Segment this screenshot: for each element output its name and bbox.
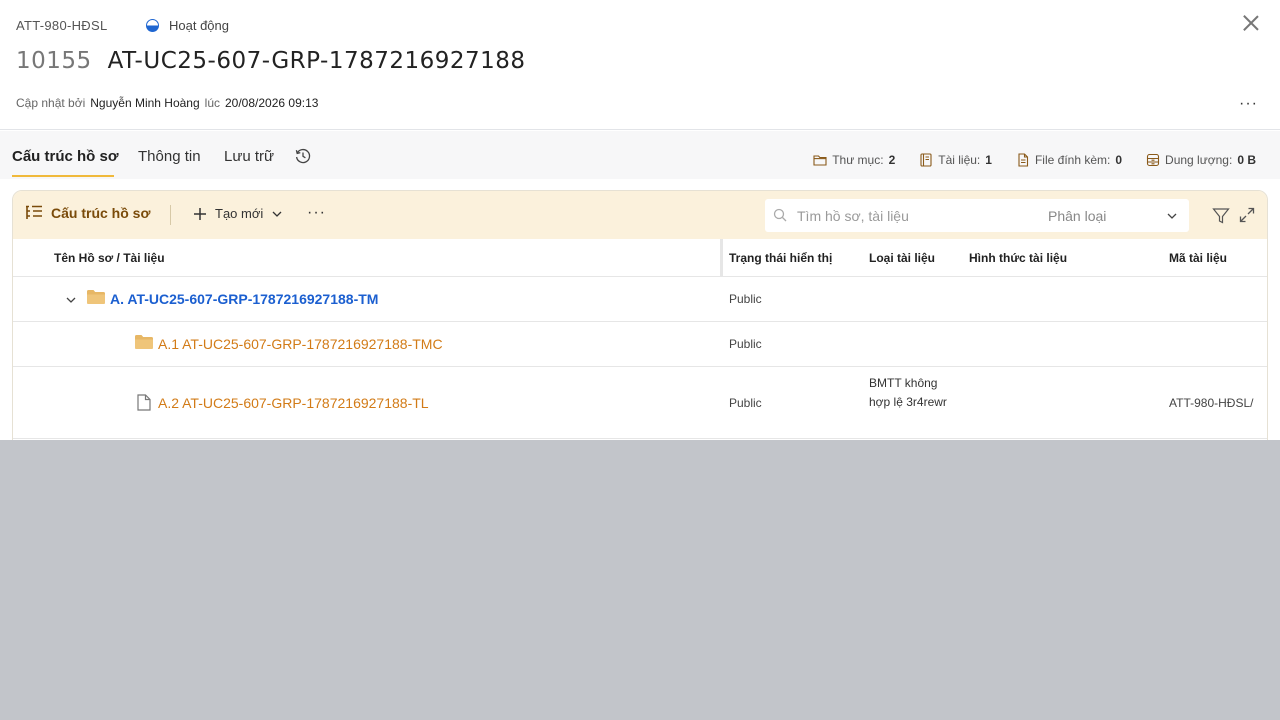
row-doc-type: BMTT không hợp lệ 3r4rewr — [869, 376, 947, 409]
updated-by-label: Cập nhật bởi — [16, 96, 86, 110]
table-row[interactable]: A. AT-UC25-607-GRP-1787216927188-TM Publ… — [13, 277, 1267, 322]
chevron-down-icon[interactable] — [65, 294, 77, 306]
close-icon[interactable] — [1240, 12, 1262, 34]
expand-icon[interactable] — [1239, 207, 1255, 223]
stat-documents-label: Tài liệu: — [938, 153, 981, 167]
create-new-label: Tạo mới — [215, 206, 264, 221]
chevron-down-icon — [272, 211, 282, 217]
row-name-link[interactable]: A. AT-UC25-607-GRP-1787216927188-TM — [110, 291, 378, 307]
row-status: Public — [729, 292, 762, 306]
structure-card: Cấu trúc hồ sơ Tạo mới ··· Phân loại — [12, 190, 1268, 440]
stat-storage-value: 0 B — [1237, 153, 1256, 167]
tab-info[interactable]: Thông tin — [138, 148, 201, 165]
classify-select[interactable]: Phân loại — [1048, 199, 1188, 232]
updated-at: 20/08/2026 09:13 — [225, 96, 319, 110]
folder-icon — [87, 290, 105, 304]
filter-icon[interactable] — [1212, 207, 1230, 225]
column-doc-form[interactable]: Hình thức tài liệu — [969, 251, 1067, 265]
stats-bar: Thư mục: 2 Tài liệu: 1 File đính kèm: 0 … — [801, 150, 1268, 170]
stat-storage-label: Dung lượng: — [1165, 153, 1233, 167]
chevron-down-icon — [1167, 213, 1177, 219]
updated-by-user: Nguyễn Minh Hoàng — [90, 96, 200, 110]
row-doc-code: ATT-980-HĐSL/ — [1169, 396, 1254, 410]
stat-storage: Dung lượng: 0 B — [1134, 153, 1268, 167]
stat-attachments-value: 0 — [1115, 153, 1123, 167]
book-icon — [920, 153, 932, 167]
stat-documents: Tài liệu: 1 — [907, 153, 1004, 167]
row-name-link[interactable]: A.1 AT-UC25-607-GRP-1787216927188-TMC — [158, 336, 443, 352]
row-status: Public — [729, 337, 762, 351]
status-badge: Hoạt động — [146, 18, 229, 33]
record-code: ATT-980-HĐSL — [16, 18, 108, 33]
detail-panel: ATT-980-HĐSL Hoạt động 10155 AT-UC25-607… — [0, 0, 1280, 440]
column-doc-code[interactable]: Mã tài liệu — [1169, 251, 1227, 265]
header-more-button[interactable]: ··· — [1239, 95, 1258, 113]
table-row[interactable]: A.1 AT-UC25-607-GRP-1787216927188-TMC Pu… — [13, 322, 1267, 367]
stat-attachments-label: File đính kèm: — [1034, 153, 1111, 167]
search-icon — [773, 208, 787, 222]
update-meta: Cập nhật bởi Nguyễn Minh Hoàng lúc 20/08… — [16, 96, 318, 110]
column-visibility[interactable]: Trạng thái hiển thị — [729, 251, 832, 265]
stat-folders-label: Thư mục: — [832, 153, 884, 167]
file-icon — [1018, 153, 1029, 167]
folder-icon — [135, 335, 153, 349]
toolbar-more-button[interactable]: ··· — [307, 204, 326, 222]
title-number: 10155 — [16, 48, 92, 74]
column-name[interactable]: Tên Hồ sơ / Tài liệu — [54, 251, 165, 265]
row-name-link[interactable]: A.2 AT-UC25-607-GRP-1787216927188-TL — [158, 395, 429, 411]
stat-attachments: File đính kèm: 0 — [1004, 153, 1134, 167]
status-label: Hoạt động — [169, 18, 229, 33]
panel-header: ATT-980-HĐSL Hoạt động 10155 AT-UC25-607… — [0, 0, 1280, 130]
tab-storage[interactable]: Lưu trữ — [224, 148, 274, 165]
history-icon[interactable] — [294, 147, 312, 165]
title-text: AT-UC25-607-GRP-1787216927188 — [107, 48, 526, 74]
status-half-circle-icon — [146, 19, 159, 32]
page-title: 10155 AT-UC25-607-GRP-1787216927188 — [16, 48, 526, 74]
search-input[interactable] — [797, 199, 1037, 232]
create-new-button[interactable]: Tạo mới — [193, 206, 283, 221]
toolbar-title: Cấu trúc hồ sơ — [25, 205, 150, 221]
search-box: Phân loại — [765, 199, 1189, 232]
column-doc-type[interactable]: Loại tài liệu — [869, 251, 935, 265]
toolbar-divider — [170, 205, 171, 225]
row-status: Public — [729, 396, 762, 410]
column-resize-handle[interactable] — [720, 239, 723, 277]
active-tab-indicator — [12, 175, 114, 177]
table-row[interactable]: A.2 AT-UC25-607-GRP-1787216927188-TL Pub… — [13, 367, 1267, 439]
at-label: lúc — [204, 96, 220, 110]
stat-folders: Thư mục: 2 — [801, 153, 907, 167]
plus-icon — [194, 207, 206, 220]
stat-documents-value: 1 — [985, 153, 992, 167]
tab-structure[interactable]: Cấu trúc hồ sơ — [12, 148, 119, 165]
tabs-bar: Cấu trúc hồ sơ Thông tin Lưu trữ Thư mục… — [0, 131, 1280, 179]
storage-icon — [1146, 153, 1160, 167]
classify-placeholder: Phân loại — [1048, 207, 1107, 224]
document-icon — [137, 394, 151, 411]
stat-folders-value: 2 — [888, 153, 896, 167]
table-header: Tên Hồ sơ / Tài liệu Trạng thái hiển thị… — [13, 239, 1267, 277]
structure-toolbar: Cấu trúc hồ sơ Tạo mới ··· Phân loại — [13, 191, 1267, 239]
folder-outline-icon — [813, 155, 827, 166]
toolbar-title-text: Cấu trúc hồ sơ — [51, 205, 151, 221]
tree-list-icon — [26, 205, 42, 219]
